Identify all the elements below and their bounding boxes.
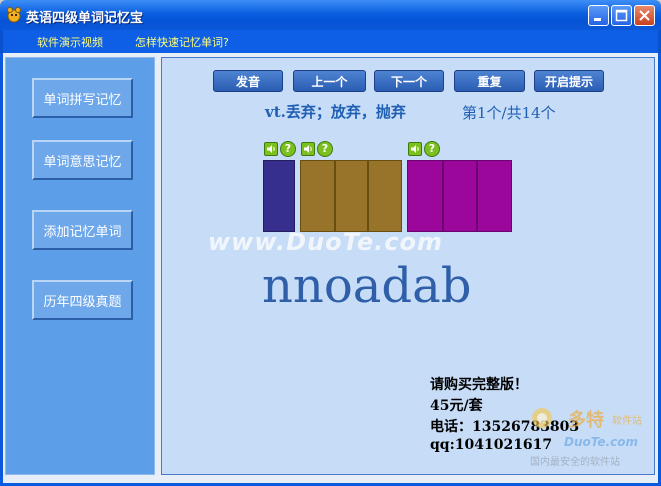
logo-name: DuoTe.com bbox=[564, 435, 638, 449]
window-title: 英语四级单词记忆宝 bbox=[26, 11, 144, 26]
logo-slogan: 国内最安全的软件站 bbox=[530, 455, 620, 468]
menu-memorize-tips[interactable]: 怎样快速记忆单词? bbox=[135, 34, 229, 50]
minimize-button[interactable] bbox=[588, 5, 609, 26]
letter-slot[interactable] bbox=[443, 160, 477, 232]
close-button[interactable] bbox=[634, 5, 655, 26]
svg-text:多特: 多特 bbox=[568, 409, 604, 431]
speaker-icon[interactable] bbox=[264, 142, 278, 156]
word-counter: 第1个/共14个 bbox=[462, 104, 556, 122]
speaker-icon[interactable] bbox=[301, 142, 315, 156]
letter-slot[interactable] bbox=[263, 160, 295, 232]
help-icon[interactable]: ? bbox=[280, 141, 296, 157]
letter-slot[interactable] bbox=[368, 160, 402, 232]
svg-text:软件站: 软件站 bbox=[612, 414, 642, 427]
hint-toggle-button[interactable]: 开启提示 bbox=[534, 70, 604, 92]
scrambled-letters[interactable]: nnoadab bbox=[262, 258, 471, 314]
sidebar bbox=[5, 57, 155, 475]
purchase-price: 45元/套 bbox=[430, 398, 483, 414]
title-bar[interactable]: 英语四级单词记忆宝 bbox=[0, 0, 661, 30]
app-icon bbox=[5, 6, 23, 24]
word-meaning: vt.丢弃；放弃，抛弃 bbox=[265, 103, 406, 121]
duote-logo-watermark: 多特 软件站 DuoTe.com 国内最安全的软件站 bbox=[528, 402, 656, 470]
help-icon[interactable]: ? bbox=[317, 141, 333, 157]
letter-slot[interactable] bbox=[335, 160, 368, 232]
pronounce-button[interactable]: 发音 bbox=[213, 70, 283, 92]
sidebar-item-add-word[interactable]: 添加记忆单词 bbox=[32, 210, 133, 250]
minimize-icon bbox=[594, 18, 601, 21]
letter-slot[interactable] bbox=[300, 160, 335, 232]
menu-demo-video[interactable]: 软件演示视频 bbox=[37, 34, 103, 50]
purchase-prompt: 请购买完整版！ bbox=[430, 377, 528, 393]
sidebar-item-past-exams[interactable]: 历年四级真题 bbox=[32, 280, 133, 320]
sidebar-item-spelling[interactable]: 单词拼写记忆 bbox=[32, 78, 133, 118]
menu-bar: 软件演示视频 怎样快速记忆单词? bbox=[0, 30, 661, 53]
maximize-icon bbox=[615, 9, 628, 22]
letter-slot[interactable] bbox=[407, 160, 443, 232]
previous-button[interactable]: 上一个 bbox=[293, 70, 366, 92]
next-button[interactable]: 下一个 bbox=[374, 70, 444, 92]
close-icon bbox=[639, 10, 650, 21]
letter-slot[interactable] bbox=[477, 160, 512, 232]
maximize-button[interactable] bbox=[611, 5, 632, 26]
watermark-text: www.DuoTe.com bbox=[208, 228, 443, 256]
speaker-icon[interactable] bbox=[408, 142, 422, 156]
help-icon[interactable]: ? bbox=[424, 141, 440, 157]
sidebar-item-meaning[interactable]: 单词意思记忆 bbox=[32, 140, 133, 180]
repeat-button[interactable]: 重复 bbox=[454, 70, 525, 92]
